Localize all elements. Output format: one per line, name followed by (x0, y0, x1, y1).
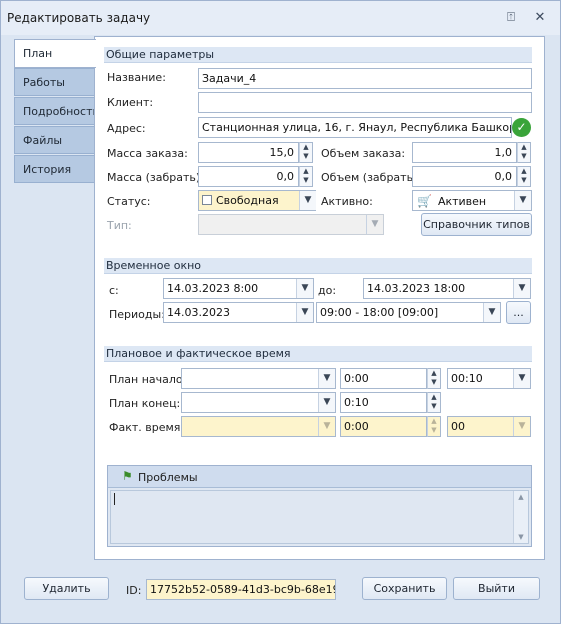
periods-date-input[interactable]: 14.03.2023 (163, 302, 314, 323)
volume-order-label: Объем заказа: (321, 147, 406, 160)
id-label: ID: (126, 584, 142, 597)
mass-pick-input[interactable]: 0,0 (198, 166, 299, 187)
check-ok-icon[interactable]: ✓ (512, 118, 531, 137)
status-label: Статус: (107, 195, 151, 208)
periods-more-button[interactable]: ... (506, 301, 531, 324)
scroll-down-icon[interactable]: ▼ (514, 533, 528, 541)
tab-details[interactable]: Подробности (14, 97, 100, 125)
periods-range-dropdown-icon[interactable]: ▼ (483, 303, 500, 322)
close-icon[interactable]: ✕ (531, 9, 549, 27)
fact-time-spinner[interactable]: ▲ ▼ (427, 416, 441, 437)
client-label: Клиент: (107, 96, 154, 109)
problems-header: ⚑ Проблемы (108, 466, 531, 488)
plan-start-date-dropdown-icon[interactable]: ▼ (318, 369, 335, 388)
cart-icon: 🛒 (417, 194, 432, 208)
type-dropdown-icon[interactable]: ▼ (366, 215, 383, 234)
tab-plan[interactable]: План (14, 39, 96, 68)
tab-files[interactable]: Файлы (14, 126, 95, 154)
status-value: Свободная (216, 194, 279, 207)
address-input[interactable]: Станционная улица, 16, г. Янаул, Республ… (198, 117, 512, 138)
title-bar: Редактировать задачу ⍐ ✕ (1, 1, 560, 35)
exit-button[interactable]: Выйти (453, 577, 540, 600)
periods-label: Периоды: (109, 308, 165, 321)
status-checkbox (202, 195, 212, 205)
window-title: Редактировать задачу (7, 11, 151, 25)
type-label: Тип: (107, 219, 132, 232)
plan-end-label: План конец: (109, 397, 181, 410)
problems-panel: ⚑ Проблемы ▲ ▼ (107, 465, 532, 547)
from-datetime-input[interactable]: 14.03.2023 8:00 (163, 278, 314, 299)
time-window-group-header: Временное окно (104, 258, 532, 274)
active-value: Активен (437, 195, 487, 208)
mass-order-input[interactable]: 15,0 (198, 142, 299, 163)
tab-label: Подробности (23, 105, 100, 118)
delete-button[interactable]: Удалить (24, 577, 109, 600)
periods-date-dropdown-icon[interactable]: ▼ (296, 303, 313, 322)
plan-end-date-input[interactable] (181, 392, 336, 413)
plan-end-time-spinner[interactable]: ▲ ▼ (427, 392, 441, 413)
id-field[interactable]: 17752b52-0589-41d3-bc9b-68e19733 (146, 579, 336, 600)
plan-start-time-input[interactable]: 0:00 (340, 368, 427, 389)
problems-title: Проблемы (138, 471, 198, 484)
tab-label: План (23, 47, 53, 60)
plan-start-duration-dropdown-icon[interactable]: ▼ (513, 369, 530, 388)
type-select[interactable] (198, 214, 384, 235)
name-label: Название: (107, 71, 166, 84)
tab-works[interactable]: Работы (14, 68, 95, 96)
tab-history[interactable]: История (14, 155, 95, 183)
volume-pick-input[interactable]: 0,0 (412, 166, 517, 187)
to-dropdown-icon[interactable]: ▼ (513, 279, 530, 298)
active-label: Активно: (321, 195, 373, 208)
fact-date-dropdown-icon[interactable]: ▼ (318, 417, 335, 436)
save-button[interactable]: Сохранить (362, 577, 447, 600)
tab-label: Файлы (23, 134, 63, 147)
general-group-header: Общие параметры (104, 47, 532, 63)
text-cursor (114, 493, 115, 505)
from-label: с: (109, 284, 119, 297)
address-label: Адрес: (107, 122, 146, 135)
plan-end-date-dropdown-icon[interactable]: ▼ (318, 393, 335, 412)
mass-order-label: Масса заказа: (107, 147, 188, 160)
fact-date-input[interactable] (181, 416, 336, 437)
volume-pick-label: Объем (забрать): (321, 171, 422, 184)
plan-start-label: План начало: (109, 373, 187, 386)
plan-end-time-input[interactable]: 0:10 (340, 392, 427, 413)
mass-pick-label: Масса (забрать): (107, 171, 204, 184)
mass-pick-spinner[interactable]: ▲ ▼ (299, 166, 313, 187)
pin-icon[interactable]: ⍐ (502, 9, 520, 27)
plan-start-date-input[interactable] (181, 368, 336, 389)
plan-start-time-spinner[interactable]: ▲ ▼ (427, 368, 441, 389)
periods-range-select[interactable]: 09:00 - 18:00 [09:00] (316, 302, 501, 323)
status-dropdown-icon[interactable]: ▼ (299, 191, 316, 210)
volume-pick-spinner[interactable]: ▲ ▼ (517, 166, 531, 187)
from-dropdown-icon[interactable]: ▼ (296, 279, 313, 298)
volume-order-spinner[interactable]: ▲ ▼ (517, 142, 531, 163)
volume-order-input[interactable]: 1,0 (412, 142, 517, 163)
active-dropdown-icon[interactable]: ▼ (514, 191, 531, 210)
client-input[interactable] (198, 92, 532, 113)
fact-time-label: Факт. время: (109, 421, 185, 434)
types-directory-button[interactable]: Справочник типов (421, 213, 532, 236)
flag-icon: ⚑ (122, 469, 133, 483)
edit-task-window: Редактировать задачу ⍐ ✕ План Работы Под… (0, 0, 561, 624)
scroll-up-icon[interactable]: ▲ (514, 493, 528, 501)
tab-label: Работы (23, 76, 65, 89)
problems-scrollbar[interactable]: ▲ ▼ (513, 491, 528, 543)
tab-label: История (23, 163, 72, 176)
problems-textarea[interactable]: ▲ ▼ (110, 490, 529, 544)
planned-group-header: Плановое и фактическое время (104, 346, 532, 362)
name-input[interactable]: Задачи_4 (198, 68, 532, 89)
to-datetime-input[interactable]: 14.03.2023 18:00 (363, 278, 531, 299)
fact-time-input[interactable]: 0:00 (340, 416, 427, 437)
mass-order-spinner[interactable]: ▲ ▼ (299, 142, 313, 163)
fact-duration-dropdown-icon[interactable]: ▼ (513, 417, 530, 436)
to-label: до: (318, 284, 337, 297)
